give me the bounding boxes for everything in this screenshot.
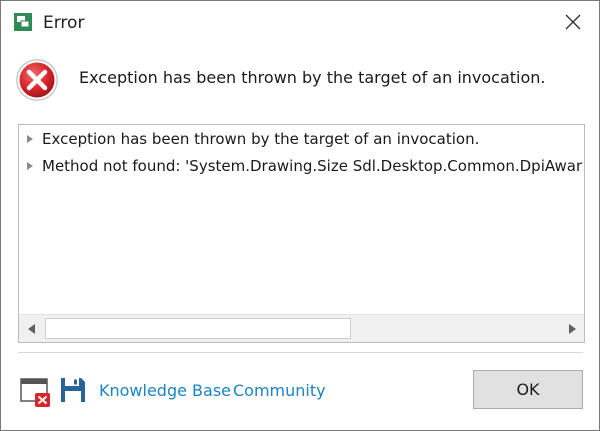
scroll-right-button[interactable]	[560, 315, 584, 342]
ok-button[interactable]: OK	[473, 370, 583, 409]
close-icon	[565, 14, 581, 34]
title-bar: Error	[1, 1, 599, 47]
scroll-left-icon	[27, 319, 35, 338]
expand-arrow-icon[interactable]	[25, 161, 35, 171]
error-dialog: Error Exception has been thrown by the t…	[0, 0, 600, 431]
details-tree[interactable]: Exception has been thrown by the target …	[18, 124, 585, 343]
window-title: Error	[43, 13, 85, 33]
horizontal-scrollbar[interactable]	[19, 314, 584, 342]
close-button[interactable]	[553, 6, 593, 42]
tree-row-label: Method not found: 'System.Drawing.Size S…	[42, 157, 583, 175]
clear-log-icon[interactable]	[20, 376, 52, 408]
save-icon[interactable]	[60, 377, 86, 403]
scroll-thumb[interactable]	[45, 318, 351, 339]
error-message: Exception has been thrown by the target …	[79, 68, 546, 87]
tree-row-label: Exception has been thrown by the target …	[42, 130, 480, 148]
error-icon	[14, 57, 60, 103]
community-link[interactable]: Community	[233, 381, 326, 401]
tree-row[interactable]: Exception has been thrown by the target …	[19, 128, 584, 150]
scroll-right-icon	[568, 319, 576, 338]
knowledge-base-link[interactable]: Knowledge Base	[99, 381, 231, 401]
app-window-icon	[14, 13, 32, 31]
scroll-left-button[interactable]	[19, 315, 43, 342]
footer-separator	[18, 352, 583, 353]
tree-row[interactable]: Method not found: 'System.Drawing.Size S…	[19, 155, 584, 177]
expand-arrow-icon[interactable]	[25, 134, 35, 144]
